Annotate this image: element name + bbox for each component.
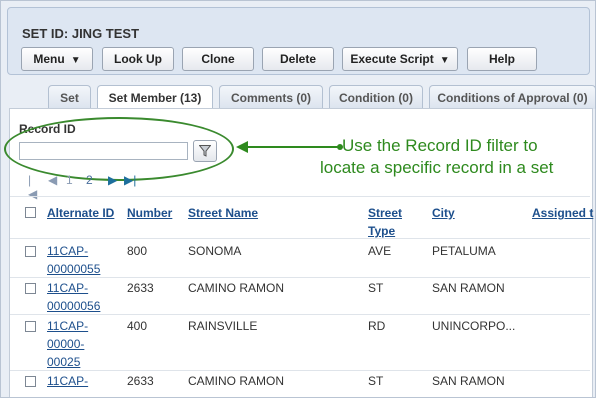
prev-page-icon[interactable]: ◀ <box>48 173 57 187</box>
highlight-ellipse <box>4 117 234 181</box>
tab-conditions-of-approval[interactable]: Conditions of Approval (0) <box>429 85 596 109</box>
row-separator <box>10 370 590 371</box>
help-button[interactable]: Help <box>467 47 537 71</box>
look-up-button[interactable]: Look Up <box>102 47 174 71</box>
annotation-line-2: locate a specific record in a set <box>320 158 554 177</box>
row-checkbox[interactable] <box>25 321 36 332</box>
delete-button[interactable]: Delete <box>262 47 334 71</box>
number-cell: 2633 <box>127 374 154 388</box>
street-name-cell: CAMINO RAMON <box>188 374 284 388</box>
page-1-link[interactable]: 1 <box>66 173 73 187</box>
column-city[interactable]: City <box>432 204 455 222</box>
row-separator <box>10 277 590 278</box>
page-title: SET ID: JING TEST <box>22 26 140 41</box>
alternate-id-link[interactable]: 11CAP- 00000055 <box>47 242 100 278</box>
menu-button-label: Menu <box>33 52 65 66</box>
alternate-id-link[interactable]: 11CAP- 00000056 <box>47 279 100 315</box>
clone-button[interactable]: Clone <box>182 47 254 71</box>
column-street-type-line-1: Street <box>368 206 403 220</box>
street-type-cell: ST <box>368 281 384 295</box>
alt-id-part: 11CAP- <box>47 244 89 258</box>
execute-script-button[interactable]: Execute Script ▼ <box>342 47 458 71</box>
last-page-icon[interactable]: ▶| <box>124 173 136 187</box>
street-type-cell: ST <box>368 374 384 388</box>
table-top-border <box>10 196 590 197</box>
city-cell: PETALUMA <box>432 244 496 258</box>
alternate-id-link[interactable]: 11CAP- <box>47 372 88 390</box>
street-type-cell: AVE <box>368 244 392 258</box>
menu-button[interactable]: Menu ▼ <box>21 47 93 71</box>
street-name-cell: SONOMA <box>188 244 242 258</box>
alt-id-part: 11CAP- <box>47 374 89 388</box>
column-street-type[interactable]: Street Type <box>368 204 402 240</box>
row-checkbox[interactable] <box>25 246 36 257</box>
alternate-id-link[interactable]: 11CAP- 00000- 00025 <box>47 317 88 371</box>
column-street-name[interactable]: Street Name <box>188 204 258 222</box>
row-checkbox[interactable] <box>25 376 36 387</box>
street-name-cell: RAINSVILLE <box>188 319 258 333</box>
tab-set-member[interactable]: Set Member (13) <box>97 85 213 110</box>
chevron-down-icon: ▼ <box>439 55 450 66</box>
annotation-line-1: Use the Record ID filter to <box>342 136 538 155</box>
number-cell: 400 <box>127 319 148 333</box>
tab-condition[interactable]: Condition (0) <box>329 85 423 109</box>
header-panel: SET ID: JING TEST Menu ▼ Look Up Clone De… <box>7 7 590 75</box>
alt-id-part: 00000055 <box>47 262 101 276</box>
row-checkbox[interactable] <box>25 283 36 294</box>
tab-comments[interactable]: Comments (0) <box>219 85 323 109</box>
alt-id-part: 00025 <box>47 355 81 369</box>
alt-id-part: 11CAP- <box>47 319 89 333</box>
column-assigned[interactable]: Assigned t <box>532 204 593 222</box>
page-2-link[interactable]: 2 <box>86 173 93 187</box>
tab-set[interactable]: Set <box>48 85 91 109</box>
column-alternate-id[interactable]: Alternate ID <box>47 204 114 222</box>
alt-id-part: 00000- <box>47 337 85 351</box>
execute-script-label: Execute Script <box>350 52 434 66</box>
alt-id-part: 11CAP- <box>47 281 89 295</box>
table-header-border <box>10 238 590 239</box>
number-cell: 2633 <box>127 281 154 295</box>
column-number[interactable]: Number <box>127 204 172 222</box>
street-name-cell: CAMINO RAMON <box>188 281 284 295</box>
row-separator <box>10 314 590 315</box>
next-page-icon[interactable]: ▶ <box>108 173 117 187</box>
chevron-down-icon: ▼ <box>70 55 81 66</box>
alt-id-part: 00000056 <box>47 299 101 313</box>
city-cell: SAN RAMON <box>432 281 505 295</box>
city-cell: UNINCORPO... <box>432 319 516 333</box>
street-type-cell: RD <box>368 319 386 333</box>
annotation-arrow <box>236 141 343 153</box>
city-cell: SAN RAMON <box>432 374 505 388</box>
number-cell: 800 <box>127 244 148 258</box>
select-all-checkbox[interactable] <box>25 207 36 218</box>
